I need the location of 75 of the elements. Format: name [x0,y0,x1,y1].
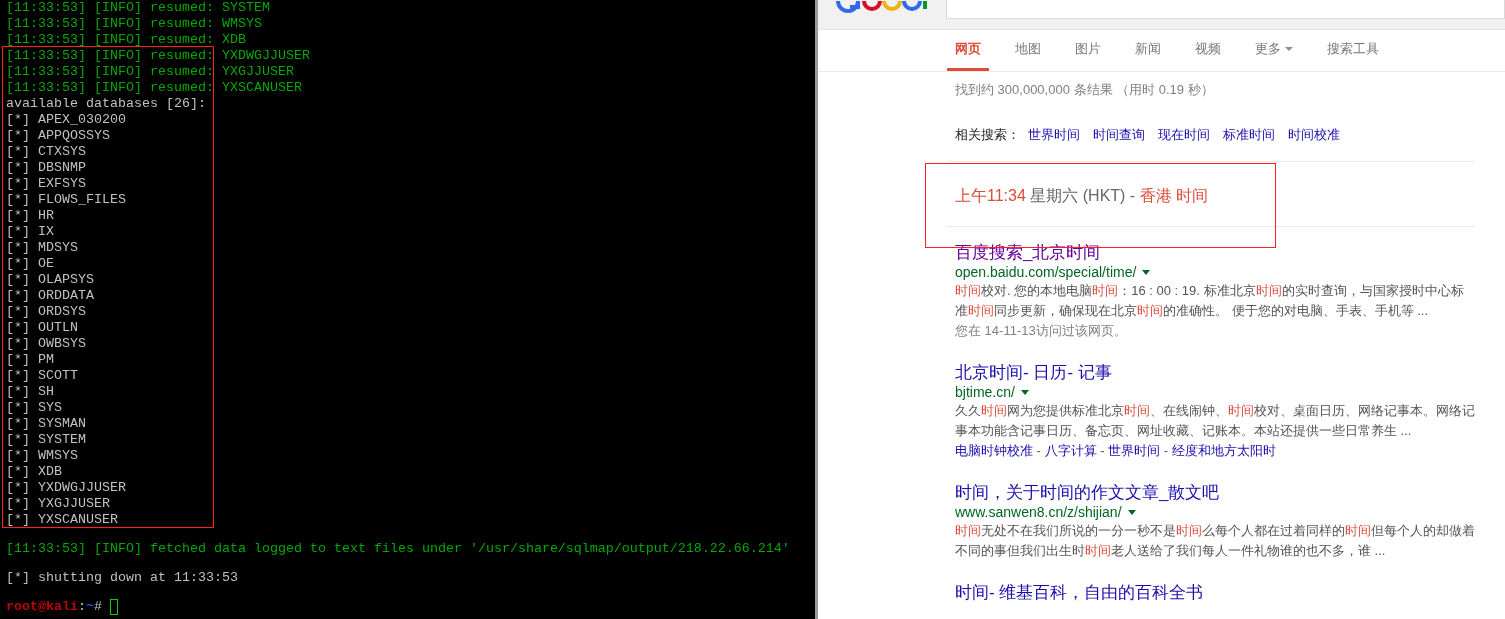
search-tab[interactable]: 搜索工具 [1319,30,1387,71]
result-title[interactable]: 时间- 维基百科，自由的百科全书 [955,583,1475,603]
search-tab[interactable]: 更多 [1247,30,1301,71]
time-answer: 上午11:34 星期六 (HKT) - 香港 时间 [955,186,1210,206]
cursor-icon [110,599,118,615]
output-line: available databases [26]: [6,96,207,112]
visited-note: 您在 14-11-13访问过该网页。 [955,322,1128,340]
output-line: [*] ORDDATA [6,288,95,304]
output-line: [*] APEX_030200 [6,112,127,128]
output-line: [*] SYS [6,400,63,416]
result-snippet: 久久时间网为您提供标准北京时间、在线闹钟、时间校对、桌面日历、网络记事本。网络记事本功能含记事日历、备忘页、网址收藏、记账本。本站还提供一些日常养生 ... [955,402,1475,440]
result-snippet: 时间无处不在我们所说的一分一秒不是时间么每个人都在过着同样的时间但每个人的却做着不同的事但我们出生时时间老人送给了我们每人一件礼物谁的也不多，谁 ... [955,522,1475,560]
output-line: [*] MDSYS [6,240,79,256]
output-line: [*] OLAPSYS [6,272,95,288]
search-tab[interactable]: 新闻 [1127,30,1169,71]
log-line: [11:33:53] [INFO] fetched data logged to text files under '/usr/share/sqlmap/output/218.22.66.214' [6,541,791,557]
output-line: [*] PM [6,352,55,368]
log-line: [11:33:53] [INFO] resumed: XDB [6,32,247,48]
related-link[interactable]: 标准时间 [1223,127,1275,143]
related-label: 相关搜索： [955,127,1020,143]
output-line: [*] OE [6,256,55,272]
output-line: [*] YXGJJUSER [6,496,111,512]
result-stats: 找到约 300,000,000 条结果 （用时 0.19 秒） [955,82,1215,98]
output-line: [*] WMSYS [6,448,79,464]
log-line: [11:33:53] [INFO] resumed: WMSYS [6,16,263,32]
search-tab[interactable]: 网页 [947,30,989,71]
log-line: [11:33:53] [INFO] resumed: YXGJJUSER [6,64,295,80]
search-tab[interactable]: 视频 [1187,30,1229,71]
output-line: [*] IX [6,224,55,240]
output-line: [*] APPQOSSYS [6,128,111,144]
result-url: open.baidu.com/special/time/ [955,263,1137,281]
prompt-user: root@kali [6,599,78,615]
related-link[interactable]: 时间查询 [1093,127,1145,143]
output-line: [*] HR [6,208,55,224]
log-line: [11:33:53] [INFO] resumed: YXSCANUSER [6,80,303,96]
prompt-separator: : [78,599,86,615]
result-url: www.sanwen8.cn/z/shijian/ [955,503,1122,521]
related-link[interactable]: 世界时间 [1028,127,1080,143]
link-separator: - [1099,442,1106,460]
output-line: [*] DBSNMP [6,160,87,176]
output-line: [*] FLOWS_FILES [6,192,127,208]
related-link[interactable]: 现在时间 [1158,127,1210,143]
output-line: [*] XDB [6,464,63,480]
output-line: [*] SH [6,384,55,400]
link-separator: - [1162,442,1170,460]
related-link[interactable]: 时间校准 [1288,127,1340,143]
caret-icon[interactable] [1142,269,1151,275]
output-line: [*] SYSTEM [6,432,87,448]
result-url: bjtime.cn/ [955,383,1015,401]
output-line: [*] YXSCANUSER [6,512,119,528]
caret-icon[interactable] [1127,509,1136,515]
result-title[interactable]: 北京时间- 日历- 记事 [955,363,1475,383]
output-line: [*] OWBSYS [6,336,87,352]
prompt-symbol: # [94,599,102,615]
log-line: [11:33:53] [INFO] resumed: YXDWGJJUSER [6,48,311,64]
output-line: [*] ORDSYS [6,304,87,320]
sitelink[interactable]: 电脑时钟校准 [955,441,1033,461]
result-snippet: 时间校对. 您的本地电脑时间：16 : 00 : 19. 标准北京时间的实时查询，与国家授时中心标准时间同步更新，确保现在北京时间的准确性。 便于您的对电脑、手表、手机等 ... [955,282,1465,320]
prompt-path: ~ [86,599,94,615]
sitelink[interactable]: 经度和地方太阳时 [1171,441,1276,461]
search-tab[interactable]: 图片 [1067,30,1109,71]
sitelink[interactable]: 八字计算 [1044,441,1097,461]
output-line: [*] shutting down at 11:33:53 [6,570,239,586]
output-line: [*] CTXSYS [6,144,87,160]
output-line: [*] SCOTT [6,368,79,384]
log-line: [11:33:53] [INFO] resumed: SYSTEM [6,0,271,16]
output-line: [*] OUTLN [6,320,79,336]
search-tab[interactable]: 地图 [1007,30,1049,71]
output-line: [*] YXDWGJJUSER [6,480,127,496]
sitelink[interactable]: 世界时间 [1108,441,1161,461]
output-line: [*] SYSMAN [6,416,87,432]
result-title[interactable]: 时间，关于时间的作文文章_散文吧 [955,483,1475,503]
link-separator: - [1035,442,1042,460]
output-line: [*] EXFSYS [6,176,87,192]
caret-icon[interactable] [1020,389,1029,395]
